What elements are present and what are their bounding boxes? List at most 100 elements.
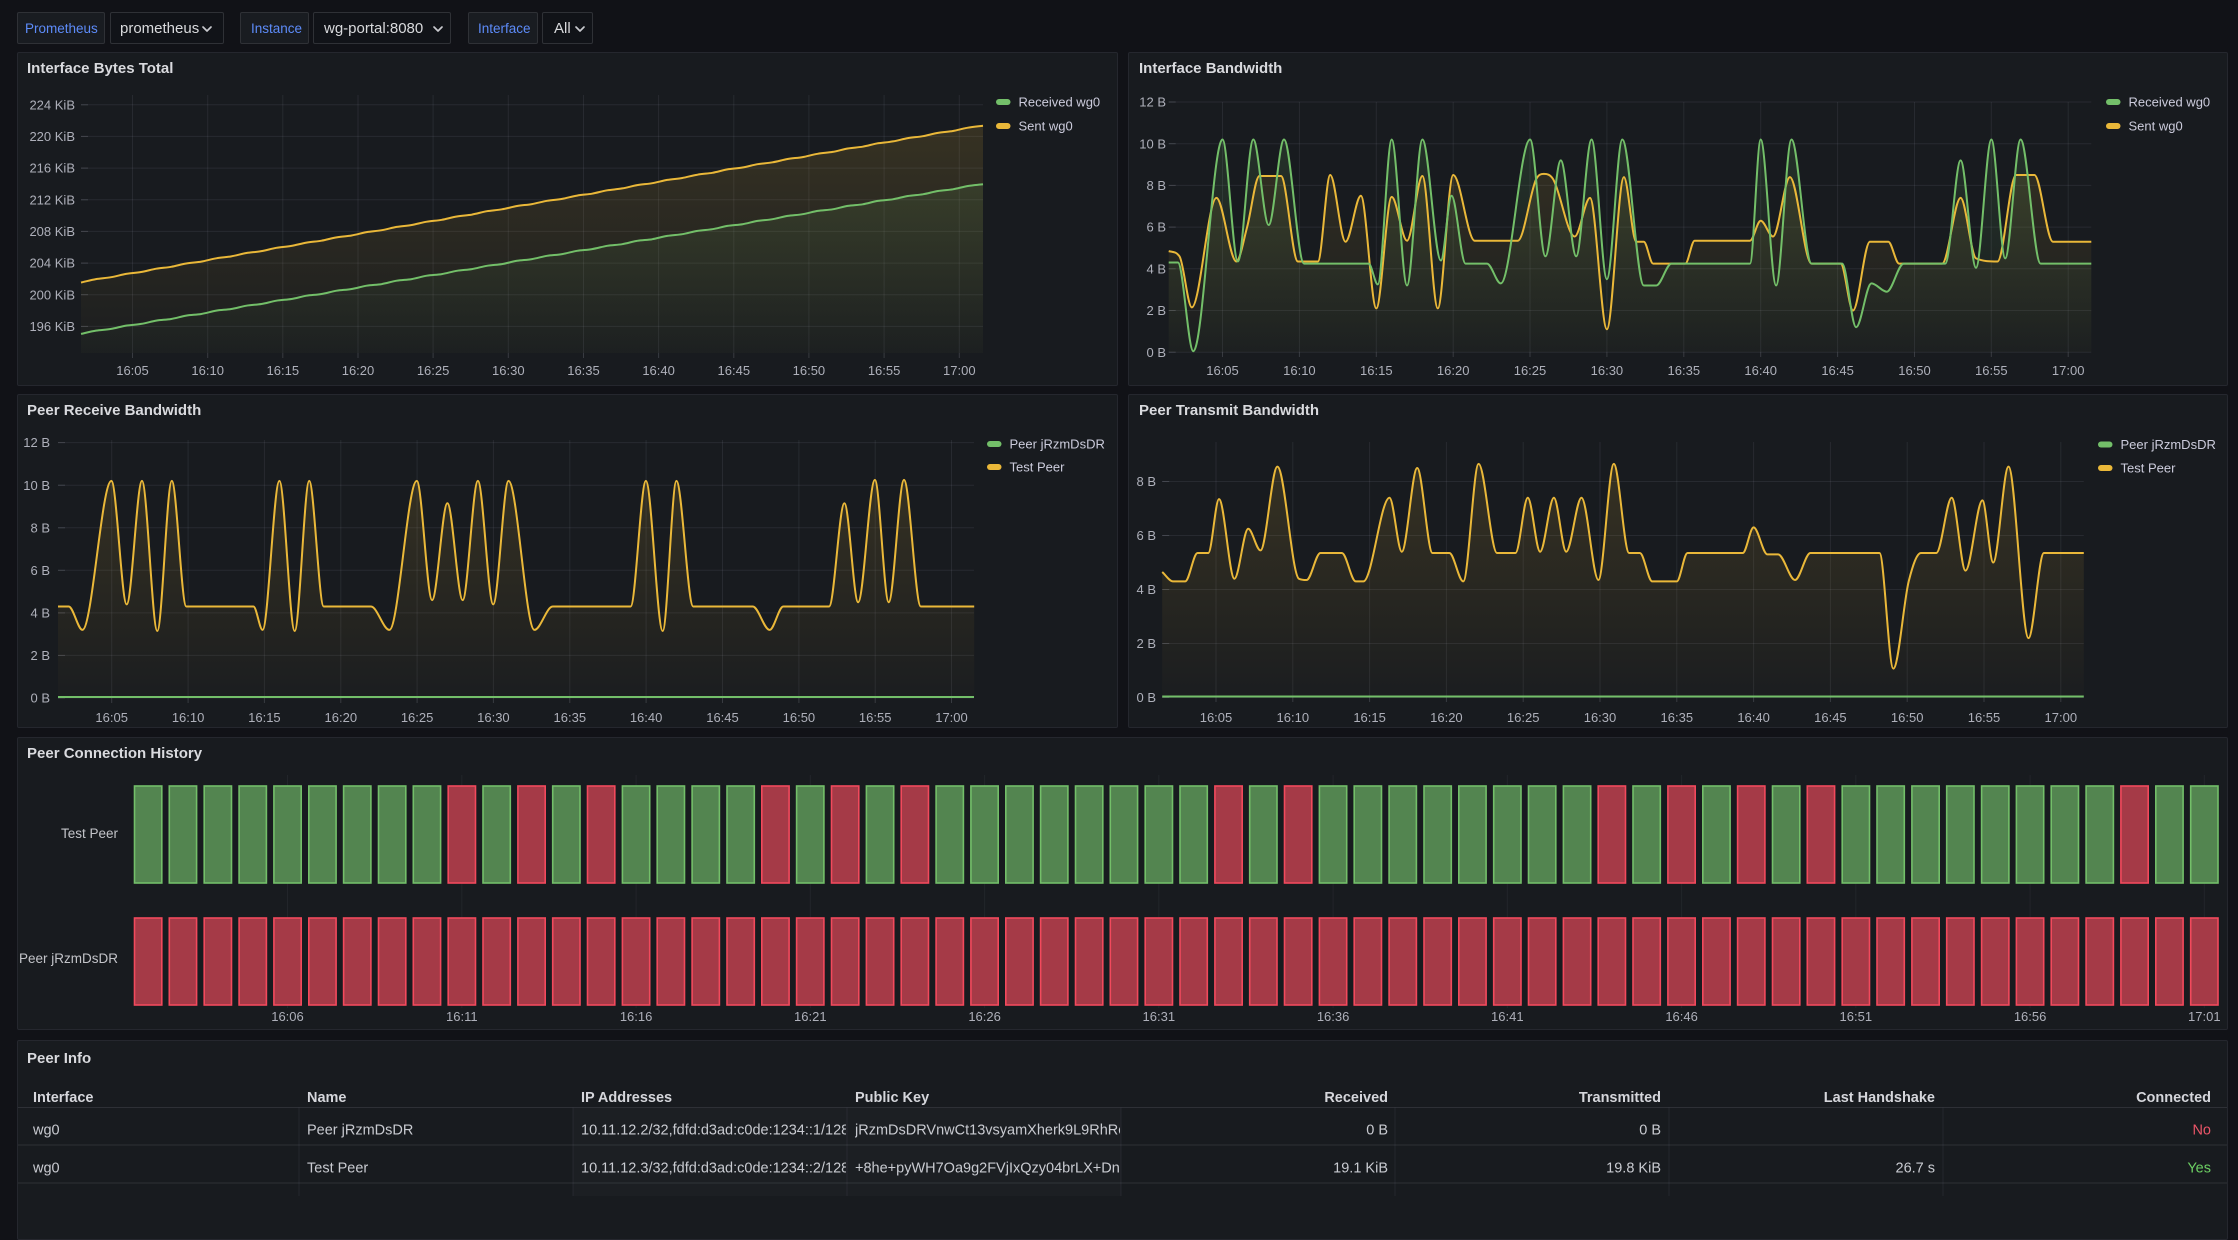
- svg-text:16:55: 16:55: [868, 363, 901, 378]
- svg-text:2 B: 2 B: [1146, 303, 1166, 318]
- svg-text:8 B: 8 B: [1146, 178, 1166, 193]
- svg-text:200 KiB: 200 KiB: [29, 287, 75, 302]
- svg-text:196 KiB: 196 KiB: [29, 319, 75, 334]
- svg-text:16:30: 16:30: [1584, 710, 1617, 725]
- svg-text:16:55: 16:55: [1968, 710, 2001, 725]
- svg-text:16:41: 16:41: [1491, 1009, 1524, 1024]
- svg-text:0 B: 0 B: [30, 691, 50, 706]
- svg-text:17:00: 17:00: [2052, 363, 2085, 378]
- svg-text:Interface Bytes Total: Interface Bytes Total: [27, 60, 173, 77]
- svg-text:10.11.12.3/32,fdfd:d3ad:c0de:1: 10.11.12.3/32,fdfd:d3ad:c0de:1234::2/128: [581, 1161, 849, 1177]
- svg-text:jRzmDsDRVnwCt13vsyamXherk9L9Rh: jRzmDsDRVnwCt13vsyamXherk9L9RhRcQGWrhLGz…: [854, 1123, 1221, 1139]
- svg-text:16:10: 16:10: [1277, 710, 1310, 725]
- svg-text:16:15: 16:15: [248, 710, 281, 725]
- svg-text:10 B: 10 B: [1139, 136, 1166, 151]
- svg-text:16:30: 16:30: [1591, 363, 1624, 378]
- svg-text:Peer Transmit Bandwidth: Peer Transmit Bandwidth: [1139, 402, 1319, 419]
- svg-text:16:15: 16:15: [1353, 710, 1386, 725]
- svg-text:16:10: 16:10: [172, 710, 205, 725]
- svg-text:212 KiB: 212 KiB: [29, 192, 75, 207]
- svg-text:16:35: 16:35: [554, 710, 587, 725]
- svg-text:16:40: 16:40: [1737, 710, 1770, 725]
- svg-text:Sent wg0: Sent wg0: [1019, 119, 1073, 134]
- svg-text:12 B: 12 B: [23, 435, 50, 450]
- svg-text:16:50: 16:50: [783, 710, 816, 725]
- svg-text:Peer Info: Peer Info: [27, 1050, 91, 1067]
- svg-text:16:06: 16:06: [271, 1009, 304, 1024]
- svg-text:16:20: 16:20: [1437, 363, 1470, 378]
- svg-text:16:10: 16:10: [191, 363, 224, 378]
- svg-text:16:05: 16:05: [95, 710, 128, 725]
- svg-text:Test Peer: Test Peer: [307, 1161, 368, 1177]
- svg-text:6 B: 6 B: [1146, 220, 1166, 235]
- svg-text:19.8 KiB: 19.8 KiB: [1606, 1161, 1661, 1177]
- svg-text:Interface: Interface: [33, 1090, 93, 1106]
- svg-text:16:11: 16:11: [446, 1009, 478, 1024]
- svg-text:8 B: 8 B: [30, 520, 50, 535]
- svg-text:16:25: 16:25: [401, 710, 434, 725]
- svg-text:16:46: 16:46: [1665, 1009, 1698, 1024]
- svg-text:0 B: 0 B: [1146, 345, 1166, 360]
- svg-text:16:15: 16:15: [1360, 363, 1393, 378]
- svg-text:+8he+pyWH7Oa9g2FVjIxQzy04brLX+: +8he+pyWH7Oa9g2FVjIxQzy04brLX+DnR8pL1mzy…: [855, 1161, 1216, 1177]
- svg-text:Received wg0: Received wg0: [2129, 95, 2211, 110]
- svg-text:16:20: 16:20: [342, 363, 375, 378]
- svg-text:Interface Bandwidth: Interface Bandwidth: [1139, 60, 1282, 77]
- svg-text:204 KiB: 204 KiB: [29, 256, 75, 271]
- svg-text:17:00: 17:00: [935, 710, 968, 725]
- svg-text:17:01: 17:01: [2188, 1009, 2221, 1024]
- svg-text:220 KiB: 220 KiB: [29, 129, 75, 144]
- svg-text:16:10: 16:10: [1283, 363, 1316, 378]
- svg-text:216 KiB: 216 KiB: [29, 161, 75, 176]
- svg-text:16:30: 16:30: [492, 363, 525, 378]
- svg-text:16:45: 16:45: [706, 710, 739, 725]
- svg-text:Name: Name: [307, 1090, 347, 1106]
- svg-text:17:00: 17:00: [2045, 710, 2078, 725]
- svg-text:16:50: 16:50: [793, 363, 826, 378]
- svg-text:wg0: wg0: [32, 1161, 60, 1177]
- svg-text:Transmitted: Transmitted: [1579, 1090, 1661, 1106]
- svg-text:208 KiB: 208 KiB: [29, 224, 75, 239]
- svg-text:224 KiB: 224 KiB: [29, 97, 75, 112]
- svg-text:16:40: 16:40: [630, 710, 663, 725]
- svg-text:10 B: 10 B: [23, 478, 50, 493]
- svg-text:6 B: 6 B: [30, 563, 50, 578]
- svg-text:4 B: 4 B: [1146, 261, 1166, 276]
- svg-text:2 B: 2 B: [1136, 636, 1156, 651]
- svg-text:16:16: 16:16: [620, 1009, 653, 1024]
- svg-text:16:40: 16:40: [1744, 363, 1777, 378]
- svg-text:16:50: 16:50: [1891, 710, 1924, 725]
- svg-text:16:45: 16:45: [1821, 363, 1854, 378]
- svg-text:16:40: 16:40: [642, 363, 675, 378]
- svg-text:4 B: 4 B: [1136, 582, 1156, 597]
- svg-text:16:05: 16:05: [1206, 363, 1239, 378]
- svg-text:16:56: 16:56: [2014, 1009, 2047, 1024]
- svg-text:16:35: 16:35: [567, 363, 600, 378]
- svg-text:2 B: 2 B: [30, 648, 50, 663]
- svg-text:Peer Receive Bandwidth: Peer Receive Bandwidth: [27, 402, 201, 419]
- svg-text:16:51: 16:51: [1840, 1009, 1873, 1024]
- svg-text:Yes: Yes: [2187, 1161, 2211, 1177]
- svg-text:16:15: 16:15: [267, 363, 300, 378]
- svg-text:16:35: 16:35: [1668, 363, 1701, 378]
- svg-text:0 B: 0 B: [1639, 1123, 1661, 1139]
- svg-text:Peer Connection History: Peer Connection History: [27, 745, 203, 762]
- svg-text:0 B: 0 B: [1136, 690, 1156, 705]
- svg-text:Test Peer: Test Peer: [2121, 461, 2177, 476]
- svg-text:Peer jRzmDsDR: Peer jRzmDsDR: [19, 951, 118, 966]
- svg-text:16:55: 16:55: [859, 710, 892, 725]
- svg-text:Peer jRzmDsDR: Peer jRzmDsDR: [2121, 437, 2216, 452]
- svg-text:16:25: 16:25: [417, 363, 450, 378]
- svg-text:16:05: 16:05: [1200, 710, 1233, 725]
- svg-text:Peer jRzmDsDR: Peer jRzmDsDR: [307, 1123, 413, 1139]
- svg-text:4 B: 4 B: [30, 606, 50, 621]
- svg-text:16:45: 16:45: [718, 363, 751, 378]
- svg-text:Last Handshake: Last Handshake: [1824, 1090, 1935, 1106]
- svg-text:12 B: 12 B: [1139, 95, 1166, 110]
- svg-text:10.11.12.2/32,fdfd:d3ad:c0de:1: 10.11.12.2/32,fdfd:d3ad:c0de:1234::1/128: [581, 1123, 849, 1139]
- svg-text:16:21: 16:21: [794, 1009, 827, 1024]
- svg-text:Peer jRzmDsDR: Peer jRzmDsDR: [1010, 437, 1105, 452]
- svg-text:Sent wg0: Sent wg0: [2129, 119, 2183, 134]
- svg-text:0 B: 0 B: [1366, 1123, 1388, 1139]
- svg-text:16:05: 16:05: [116, 363, 149, 378]
